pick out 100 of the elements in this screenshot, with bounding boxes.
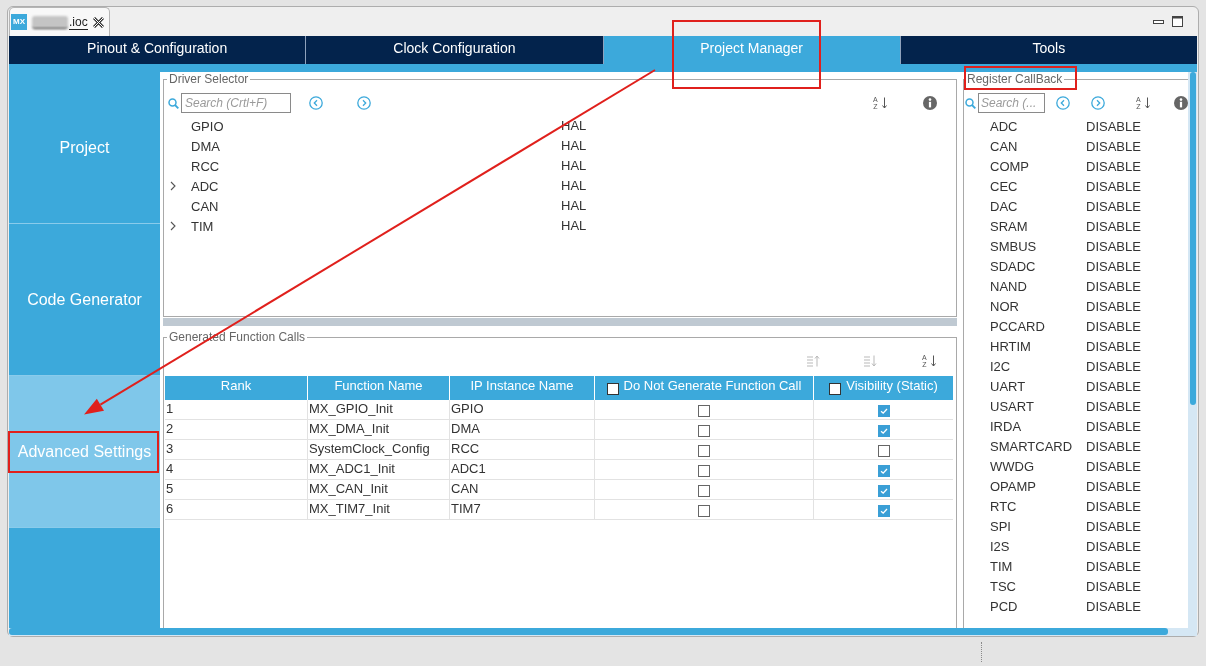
table-cell: MX_CAN_Init <box>308 480 449 499</box>
list-item-label[interactable]: SDADC <box>964 258 1086 274</box>
checkbox[interactable] <box>698 445 710 457</box>
checkbox[interactable] <box>877 405 890 417</box>
tree-item-value: HAL <box>561 137 587 155</box>
checkbox[interactable] <box>877 465 890 477</box>
list-item-label[interactable]: SMBUS <box>964 238 1086 254</box>
group-title: Register CallBack <box>966 72 1064 86</box>
search-field[interactable]: Search (... <box>978 93 1045 113</box>
list-item-label[interactable]: NOR <box>964 298 1086 314</box>
list-item-value: DISABLE <box>1086 418 1141 434</box>
checkbox[interactable] <box>877 485 890 497</box>
checkbox[interactable] <box>829 383 842 395</box>
checkbox[interactable] <box>877 425 890 437</box>
list-item-label[interactable]: USART <box>964 398 1086 414</box>
table-cell: 3 <box>165 440 307 459</box>
tree-item-label[interactable]: TIM <box>191 218 214 234</box>
list-item-label[interactable]: TSC <box>964 578 1086 594</box>
tree-item-label[interactable]: RCC <box>191 158 220 174</box>
list-item-value: DISABLE <box>1086 118 1141 134</box>
checkbox[interactable] <box>698 505 710 517</box>
editor-tab[interactable]: MX .ioc <box>9 7 110 36</box>
table-cell: DMA <box>450 420 594 439</box>
list-item-label[interactable]: WWDG <box>964 458 1086 474</box>
info-icon[interactable] <box>1174 96 1188 110</box>
checkbox[interactable] <box>606 383 619 395</box>
list-item-label[interactable]: CEC <box>964 178 1086 194</box>
tab[interactable]: Pinout & Configuration <box>9 36 306 64</box>
list-item-label[interactable]: PCCARD <box>964 318 1086 334</box>
table-cell: 4 <box>165 460 307 479</box>
search-icon[interactable] <box>965 97 976 109</box>
search-field[interactable]: Search (Crtl+F) <box>181 93 291 113</box>
list-item-value: DISABLE <box>1086 438 1141 454</box>
list-item-label[interactable]: NAND <box>964 278 1086 294</box>
info-icon[interactable] <box>923 96 937 110</box>
checkbox[interactable] <box>698 485 710 497</box>
table-cell: 1 <box>165 400 307 419</box>
list-item-label[interactable]: ADC <box>964 118 1086 134</box>
list-item-label[interactable]: I2S <box>964 538 1086 554</box>
list-item-value: DISABLE <box>1086 398 1141 414</box>
list-item-label[interactable]: CAN <box>964 138 1086 154</box>
list-item-label[interactable]: SMARTCARD <box>964 438 1086 454</box>
list-item-label[interactable]: PCD <box>964 598 1086 614</box>
list-item-value: DISABLE <box>1086 258 1141 274</box>
table-cell: 5 <box>165 480 307 499</box>
group-title: Driver Selector <box>168 72 250 86</box>
list-item-value: DISABLE <box>1086 298 1141 314</box>
list-item-label[interactable]: DAC <box>964 198 1086 214</box>
list-item-label[interactable]: COMP <box>964 158 1086 174</box>
table-cell: MX_TIM7_Init <box>308 500 449 519</box>
tab[interactable]: Tools <box>899 36 1197 64</box>
list-item-value: DISABLE <box>1086 558 1141 574</box>
tab[interactable]: Clock Configuration <box>305 36 603 64</box>
table-cell: TIM7 <box>450 500 594 519</box>
list-item-value: DISABLE <box>1086 498 1141 514</box>
tree-item-value: HAL <box>561 217 587 235</box>
checkbox[interactable] <box>877 445 890 457</box>
list-item-value: DISABLE <box>1086 458 1141 474</box>
tree-item-value: HAL <box>561 157 587 175</box>
list-item-label[interactable]: HRTIM <box>964 338 1086 354</box>
checkbox[interactable] <box>698 405 710 417</box>
chevron-left-circle-icon[interactable] <box>1056 96 1070 110</box>
checkbox[interactable] <box>698 465 710 477</box>
file-name: .ioc <box>69 14 88 30</box>
chevron-right-icon[interactable] <box>170 181 176 191</box>
list-item-label[interactable]: RTC <box>964 498 1086 514</box>
arrow-down-icon <box>882 97 887 109</box>
vertical-scrollbar[interactable] <box>1188 72 1197 628</box>
chevron-right-circle-icon[interactable] <box>1091 96 1105 110</box>
list-item-label[interactable]: I2C <box>964 358 1086 374</box>
tree-item-value: HAL <box>561 197 587 215</box>
list-item-label[interactable]: IRDA <box>964 418 1086 434</box>
maximize-icon[interactable] <box>1172 16 1183 27</box>
search-icon[interactable] <box>168 97 179 109</box>
chevron-left-circle-icon[interactable] <box>309 96 323 110</box>
list-item-value: DISABLE <box>1086 278 1141 294</box>
list-item-label[interactable]: TIM <box>964 558 1086 574</box>
minimize-icon[interactable] <box>1153 19 1164 24</box>
tree-item-label[interactable]: DMA <box>191 138 220 154</box>
scrollbar-thumb[interactable] <box>1190 72 1196 405</box>
chevron-right-circle-icon[interactable] <box>357 96 371 110</box>
list-item-label[interactable]: OPAMP <box>964 478 1086 494</box>
list-item-value: DISABLE <box>1086 138 1141 154</box>
table-cell: GPIO <box>450 400 594 419</box>
table-cell: MX_GPIO_Init <box>308 400 449 419</box>
list-item-label[interactable]: SRAM <box>964 218 1086 234</box>
list-item-value: DISABLE <box>1086 158 1141 174</box>
list-item-value: DISABLE <box>1086 238 1141 254</box>
checkbox[interactable] <box>877 505 890 517</box>
close-icon[interactable] <box>92 16 104 28</box>
tree-item-label[interactable]: CAN <box>191 198 219 214</box>
list-item-label[interactable]: UART <box>964 378 1086 394</box>
tree-item-label[interactable]: GPIO <box>191 118 224 134</box>
list-item-value: DISABLE <box>1086 538 1141 554</box>
tree-item-label[interactable]: ADC <box>191 178 219 194</box>
list-item-value: DISABLE <box>1086 178 1141 194</box>
chevron-right-icon[interactable] <box>170 221 176 231</box>
checkbox[interactable] <box>698 425 710 437</box>
list-item-value: DISABLE <box>1086 578 1141 594</box>
list-item-label[interactable]: SPI <box>964 518 1086 534</box>
